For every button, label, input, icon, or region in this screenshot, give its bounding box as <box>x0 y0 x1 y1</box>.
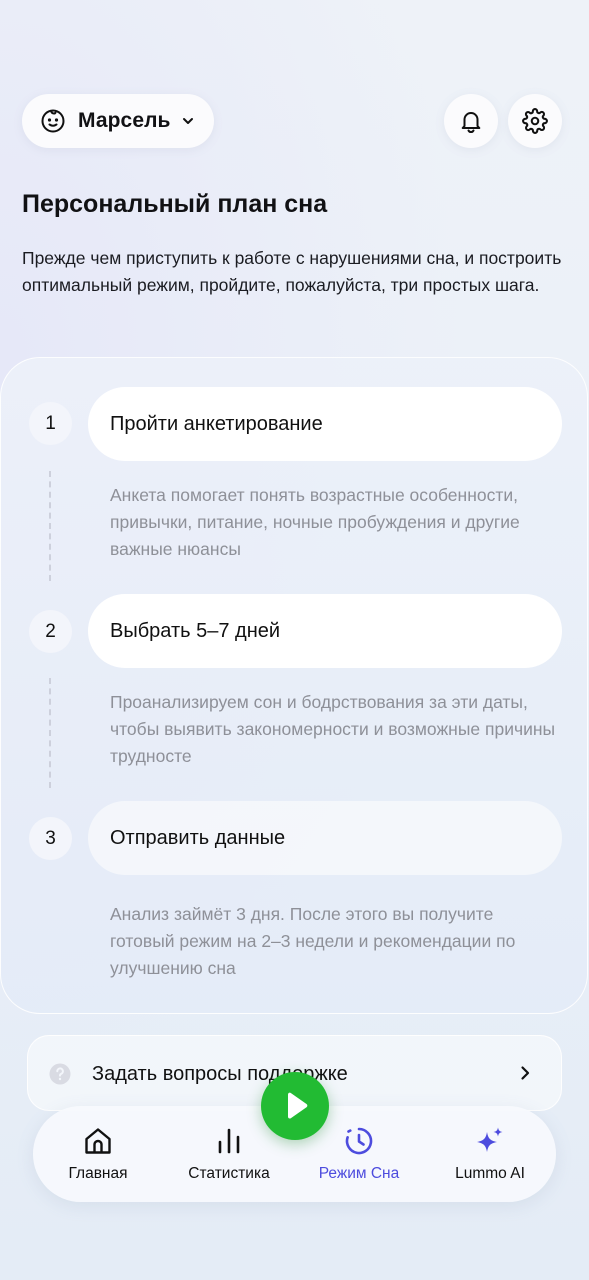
gear-icon <box>522 108 548 134</box>
settings-button[interactable] <box>508 94 562 148</box>
home-icon <box>85 1128 111 1154</box>
sparkle-icon <box>477 1127 503 1152</box>
page-title: Персональный план сна <box>22 190 328 218</box>
nav-home-label: Главная <box>68 1165 128 1182</box>
question-bubble-icon <box>49 1063 71 1085</box>
step-1-button[interactable]: Пройти анкетирование <box>88 387 562 461</box>
step-number-3: 3 <box>29 817 72 860</box>
step-number-1: 1 <box>29 402 72 445</box>
chevron-right-icon <box>521 1066 530 1080</box>
nav-sleep-mode-label: Режим Сна <box>318 1165 400 1182</box>
chevron-down-icon <box>182 118 193 124</box>
step-3-description: Анализ займёт 3 дня. После этого вы полу… <box>110 904 516 978</box>
bell-icon <box>461 112 481 133</box>
nav-lummo-ai-label: Lummo AI <box>455 1165 525 1182</box>
step-2-button[interactable]: Выбрать 5–7 дней <box>88 594 562 668</box>
nav-statistics-label: Статистика <box>188 1165 270 1182</box>
play-button[interactable] <box>261 1072 329 1140</box>
child-selector[interactable]: Марсель <box>22 94 214 148</box>
baby-face-icon <box>41 109 65 133</box>
play-icon <box>288 1092 308 1119</box>
step-connector <box>49 678 51 788</box>
step-3-button[interactable]: Отправить данные <box>88 801 562 875</box>
step-connector <box>49 471 51 581</box>
step-3-title: Отправить данные <box>110 826 286 849</box>
child-name: Марсель <box>78 109 171 132</box>
step-number-2: 2 <box>29 610 72 653</box>
notifications-button[interactable] <box>444 94 498 148</box>
step-2-title: Выбрать 5–7 дней <box>110 619 281 642</box>
step-1-description: Анкета помогает понять возрастные особен… <box>110 485 520 559</box>
intro-text: Прежде чем приступить к работе с нарушен… <box>22 248 562 295</box>
clock-history-icon <box>345 1127 373 1155</box>
steps-card: 1 Пройти анкетирование Анкета помогает п… <box>0 357 588 1014</box>
nav-lummo-ai[interactable]: Lummo AI <box>430 1106 550 1202</box>
step-2-description: Проанализируем сон и бодрствования за эт… <box>110 692 556 766</box>
step-1-title: Пройти анкетирование <box>110 412 323 435</box>
bar-chart-icon <box>218 1128 240 1154</box>
nav-home[interactable]: Главная <box>38 1106 158 1202</box>
